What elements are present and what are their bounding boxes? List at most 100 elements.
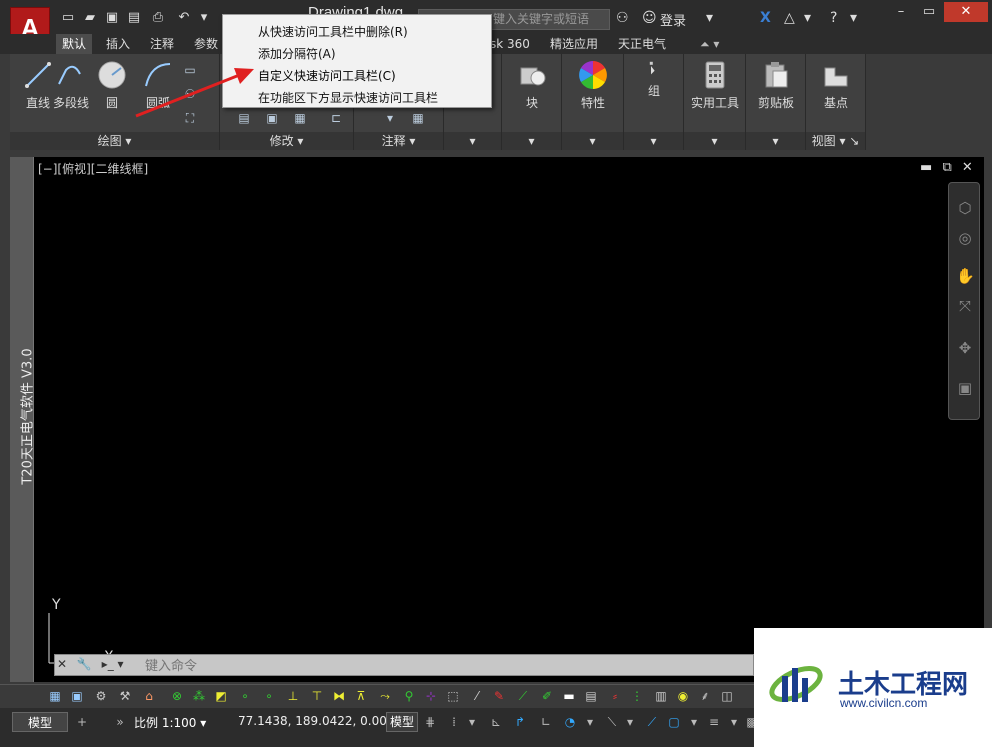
osnap-icon[interactable]: ◔ xyxy=(562,714,578,730)
rectangle-icon[interactable]: ▭ xyxy=(182,62,198,78)
toolstrip-icon[interactable]: ◩ xyxy=(214,689,228,703)
save-as-icon[interactable]: ▤ xyxy=(126,10,142,26)
autodesk-360-icon[interactable]: △ xyxy=(784,10,795,26)
toolstrip-icon[interactable]: ∘ xyxy=(262,689,276,703)
table-icon[interactable]: ▦ xyxy=(410,110,426,126)
print-icon[interactable]: ⎙ xyxy=(150,10,166,26)
toolstrip-icon[interactable]: ⁂ xyxy=(192,689,206,703)
showmotion-icon[interactable]: ▣ xyxy=(956,379,974,397)
command-close-icon[interactable]: ✕ xyxy=(57,657,67,671)
toolstrip-icon[interactable]: ⬚ xyxy=(446,689,460,703)
properties-button[interactable]: 特性 xyxy=(565,58,621,128)
help-icon[interactable]: ? xyxy=(830,10,837,26)
annotate-panel-title[interactable]: 注释 ▾ xyxy=(354,132,443,150)
view-panel-title[interactable]: 视图 ▾ ↘ xyxy=(806,132,865,150)
copy-icon[interactable]: ▤ xyxy=(236,110,252,126)
scale-selector[interactable]: 比例 1:100 ▾ xyxy=(134,714,206,731)
circle-button[interactable]: 圆 xyxy=(90,58,134,128)
clipboard-button[interactable]: 剪贴板 xyxy=(748,58,804,128)
array-icon[interactable]: ▦ xyxy=(292,110,308,126)
ribbon-minimize-icon[interactable]: ⏶ ▾ xyxy=(694,34,725,54)
utilities-panel-expander[interactable]: ▾ xyxy=(684,132,745,150)
menu-item-customize-qat[interactable]: 自定义快速访问工具栏(C) xyxy=(223,65,491,87)
snap-icon[interactable]: ⁞ xyxy=(446,714,462,730)
maximize-icon[interactable]: ▭ xyxy=(916,2,942,22)
toolstrip-icon[interactable]: ⚙ xyxy=(94,689,108,703)
toolstrip-icon[interactable]: ⚒ xyxy=(118,689,132,703)
snap-dropdown-icon[interactable]: ▾ xyxy=(464,714,480,730)
tab-insert[interactable]: 插入 xyxy=(100,34,136,54)
toolstrip-icon[interactable]: ⸗ xyxy=(608,689,622,703)
base-point-button[interactable]: 基点 xyxy=(808,58,864,128)
selection-dropdown-icon[interactable]: ▾ xyxy=(726,714,742,730)
modify-panel-title[interactable]: 修改 ▾ xyxy=(220,132,353,150)
toolstrip-icon[interactable]: ▬ xyxy=(562,689,576,703)
login-dropdown-icon[interactable]: ▾ xyxy=(706,10,713,26)
utilities-button[interactable]: 实用工具 xyxy=(687,58,743,128)
transparency-icon[interactable]: ▢ xyxy=(666,714,682,730)
otrack-icon[interactable]: ⟍ xyxy=(604,714,620,730)
tianzheng-side-palette[interactable]: T20天正电气软件 V3.0 xyxy=(10,157,36,682)
polar-icon[interactable]: ∟ xyxy=(538,714,554,730)
viewport-restore-icon[interactable]: ⧉ xyxy=(942,160,951,175)
toolstrip-icon[interactable]: ⌂ xyxy=(142,689,156,703)
menu-item-show-below-ribbon[interactable]: 在功能区下方显示快速访问工具栏 xyxy=(223,87,491,109)
toolstrip-icon[interactable]: ▤ xyxy=(584,689,598,703)
toolstrip-icon[interactable]: ▥ xyxy=(654,689,668,703)
toolstrip-icon[interactable]: ⊤ xyxy=(310,689,324,703)
toolstrip-icon[interactable]: ◫ xyxy=(720,689,734,703)
polyline-button[interactable]: 多段线 xyxy=(46,58,96,128)
properties-panel-expander[interactable]: ▾ xyxy=(562,132,623,150)
model-space-button[interactable]: 模型 xyxy=(386,712,418,732)
toolstrip-icon[interactable]: ⋮ xyxy=(630,689,644,703)
viewport-close-icon[interactable]: ✕ xyxy=(962,160,973,175)
dynamic-input-icon[interactable]: ↱ xyxy=(512,714,528,730)
minimize-icon[interactable]: – xyxy=(888,2,914,22)
steering-wheel-icon[interactable]: ◎ xyxy=(956,229,974,247)
viewport-controls-label[interactable]: [−][俯视][二维线框] xyxy=(38,160,148,177)
toolstrip-icon[interactable]: ⧓ xyxy=(332,689,346,703)
tab-featured-apps[interactable]: 精选应用 xyxy=(544,34,604,54)
zoom-extents-icon[interactable]: ⤧ xyxy=(956,297,974,315)
drawing-canvas[interactable] xyxy=(34,157,984,682)
open-icon[interactable]: ▰ xyxy=(82,10,98,26)
hatch-icon[interactable]: ⚇ xyxy=(182,86,198,102)
draw-panel-title[interactable]: 绘图 ▾ xyxy=(10,132,219,150)
add-layout-icon[interactable]: + xyxy=(74,714,90,730)
toolstrip-icon[interactable]: ⁄ xyxy=(470,689,484,703)
group-button[interactable]: 组 xyxy=(626,58,682,128)
command-settings-icon[interactable]: 🔧 xyxy=(77,657,92,671)
ortho-icon[interactable]: ⊾ xyxy=(488,714,504,730)
viewport-minimize-icon[interactable]: ▬ xyxy=(920,160,932,175)
exchange-icon[interactable]: X xyxy=(760,10,771,26)
toolstrip-icon[interactable]: ◉ xyxy=(676,689,690,703)
lineweight-icon[interactable]: ⟋ xyxy=(644,714,660,730)
save-icon[interactable]: ▣ xyxy=(104,10,120,26)
toolstrip-icon[interactable]: ⟋ xyxy=(516,689,530,703)
clipboard-panel-expander[interactable]: ▾ xyxy=(746,132,805,150)
toolstrip-icon[interactable]: ⊗ xyxy=(170,689,184,703)
group-panel-expander[interactable]: ▾ xyxy=(624,132,683,150)
connect-dropdown-icon[interactable]: ▾ xyxy=(804,10,811,26)
menu-item-remove-from-qat[interactable]: 从快速访问工具栏中删除(R) xyxy=(223,21,491,43)
tab-default[interactable]: 默认 xyxy=(56,34,93,54)
login-link[interactable]: 登录 xyxy=(660,10,686,29)
otrack-dropdown-icon[interactable]: ▾ xyxy=(622,714,638,730)
toolstrip-icon[interactable]: ⊼ xyxy=(354,689,368,703)
help-dropdown-icon[interactable]: ▾ xyxy=(850,10,857,26)
orbit-icon[interactable]: ✥ xyxy=(956,339,974,357)
block-panel-expander[interactable]: ▾ xyxy=(502,132,561,150)
close-icon[interactable]: ✕ xyxy=(944,2,988,22)
grid-icon[interactable]: ⋕ xyxy=(422,714,438,730)
pan-icon[interactable]: ✋ xyxy=(956,267,975,285)
status-chevron-icon[interactable]: » xyxy=(112,714,128,730)
transparency-dropdown-icon[interactable]: ▾ xyxy=(686,714,702,730)
binoculars-icon[interactable]: ⚇ xyxy=(616,10,629,26)
annotate-dropdown-icon[interactable]: ▾ xyxy=(382,110,398,126)
toolstrip-icon[interactable]: ✐ xyxy=(540,689,554,703)
toolstrip-icon[interactable]: ⊹ xyxy=(424,689,438,703)
tab-tianzheng-electric[interactable]: 天正电气 xyxy=(612,34,672,54)
toolstrip-icon[interactable]: ✎ xyxy=(492,689,506,703)
menu-item-add-separator[interactable]: 添加分隔符(A) xyxy=(223,43,491,65)
toolstrip-icon[interactable]: ⊥ xyxy=(286,689,300,703)
